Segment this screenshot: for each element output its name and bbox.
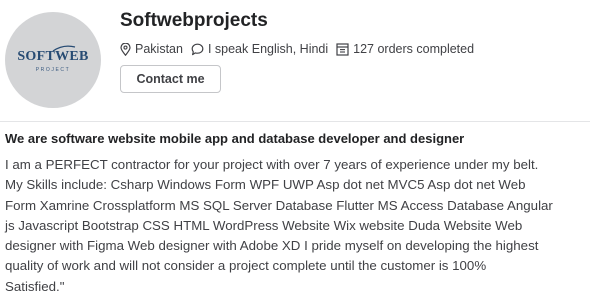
description-line: I am a PERFECT contractor for your proje… [5,157,539,172]
location-text: Pakistan [135,42,183,56]
languages-text: I speak English, Hindi [207,42,329,56]
seller-name[interactable]: Softwebprojects [120,10,268,32]
location-info: Pakistan [120,42,183,56]
softweb-logo: SOFTWEB PROJECT [5,12,101,108]
seller-profile-header: SOFTWEB PROJECT Softwebprojects Pakistan… [0,0,590,120]
orders-info: 127 orders completed [336,42,474,56]
description-line: My Skills include: Csharp Windows Form W… [5,177,526,193]
about-title: We are software website mobile app and d… [5,131,465,146]
description-line: Satisfied." [5,278,65,294]
location-pin-icon [120,42,131,56]
languages-info: I speak English, Hindi [191,42,328,56]
avatar[interactable]: SOFTWEB PROJECT [5,12,101,108]
about-description: I am a PERFECT contractor for your proje… [5,155,587,297]
logo-text: SOFTWEB [17,49,89,64]
description-line: js Javascript Bootstrap CSS HTML WordPre… [5,217,523,233]
seller-meta: Pakistan I speak English, Hindi 127 orde… [120,40,482,58]
section-divider [0,121,590,122]
speech-bubble-icon [191,43,204,55]
orders-text: 127 orders completed [353,42,475,56]
logo-subtext: PROJECT [35,67,71,73]
description-line: Form Xamrine Crossplatform MS SQL Server… [5,197,553,213]
description-line: designer with Figma Web designer with Ad… [5,238,539,254]
contact-me-button[interactable]: Contact me [120,65,221,93]
orders-icon [336,42,349,56]
description-line: quality of work and will not consider a … [5,258,487,274]
